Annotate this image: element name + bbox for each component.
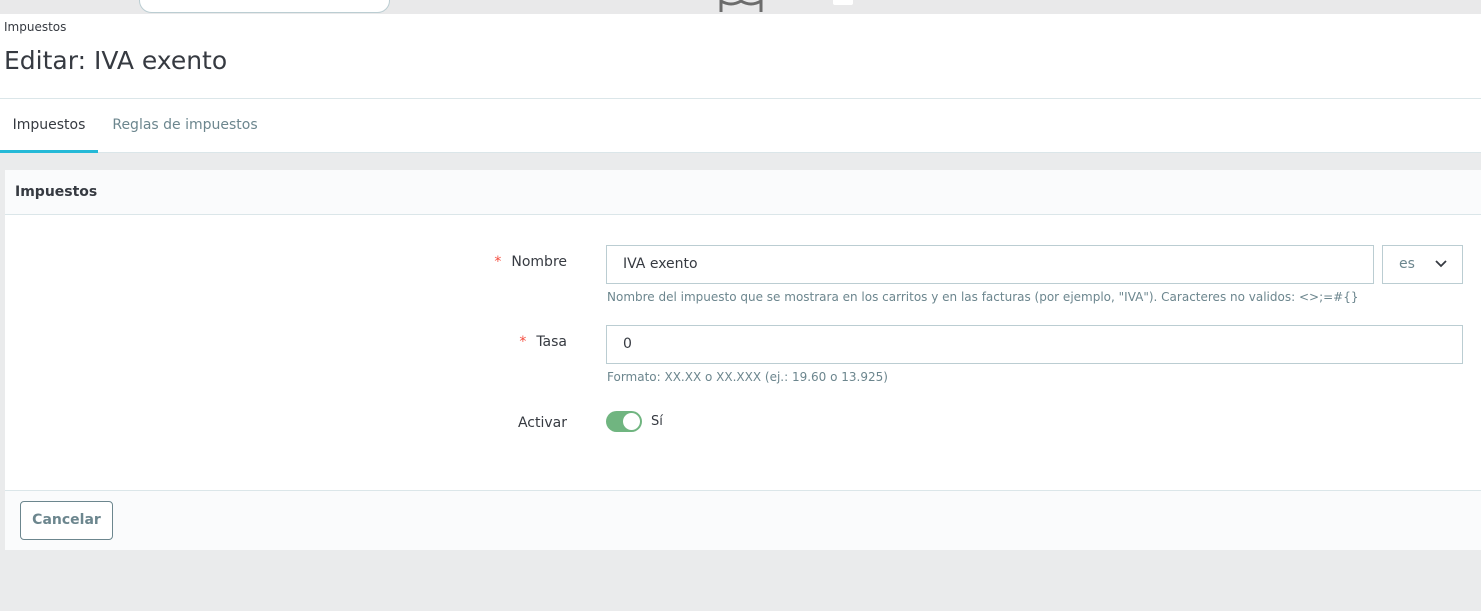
tab-reglas-de-impuestos[interactable]: Reglas de impuestos [105,99,265,153]
active-toggle[interactable] [606,411,642,432]
tab-bar: Impuestos Reglas de impuestos [0,99,1481,153]
cancel-button[interactable]: Cancelar [20,501,113,540]
tax-form-card: Impuestos * Nombre IVA exento es Nombre d… [5,170,1481,550]
language-select[interactable]: es [1382,245,1463,284]
header-search-input[interactable] [139,0,390,13]
tab-impuestos[interactable]: Impuestos [0,99,98,153]
header-square-icon[interactable] [833,0,853,5]
card-title: Impuestos [5,170,1481,215]
required-mark: * [519,334,527,350]
toggle-knob [623,413,640,430]
rate-help-text: Formato: XX.XX o XX.XXX (ej.: 19.60 o 13… [607,370,888,384]
name-input[interactable]: IVA exento [606,245,1374,284]
card-footer [5,490,1481,550]
page-title: Editar: IVA exento [4,46,228,75]
active-state-label: Sí [651,414,663,429]
breadcrumb[interactable]: Impuestos [4,20,66,34]
rate-input[interactable]: 0 [606,325,1463,364]
rate-label: * Tasa [519,334,567,350]
required-mark: * [494,254,502,270]
active-label: Activar [517,415,567,431]
chevron-down-icon [1435,260,1447,268]
name-label: * Nombre [494,254,567,270]
store-icon[interactable] [719,0,763,14]
name-help-text: Nombre del impuesto que se mostrara en l… [607,290,1359,304]
page-header: Impuestos Editar: IVA exento [0,14,1481,99]
language-value: es [1399,256,1415,272]
